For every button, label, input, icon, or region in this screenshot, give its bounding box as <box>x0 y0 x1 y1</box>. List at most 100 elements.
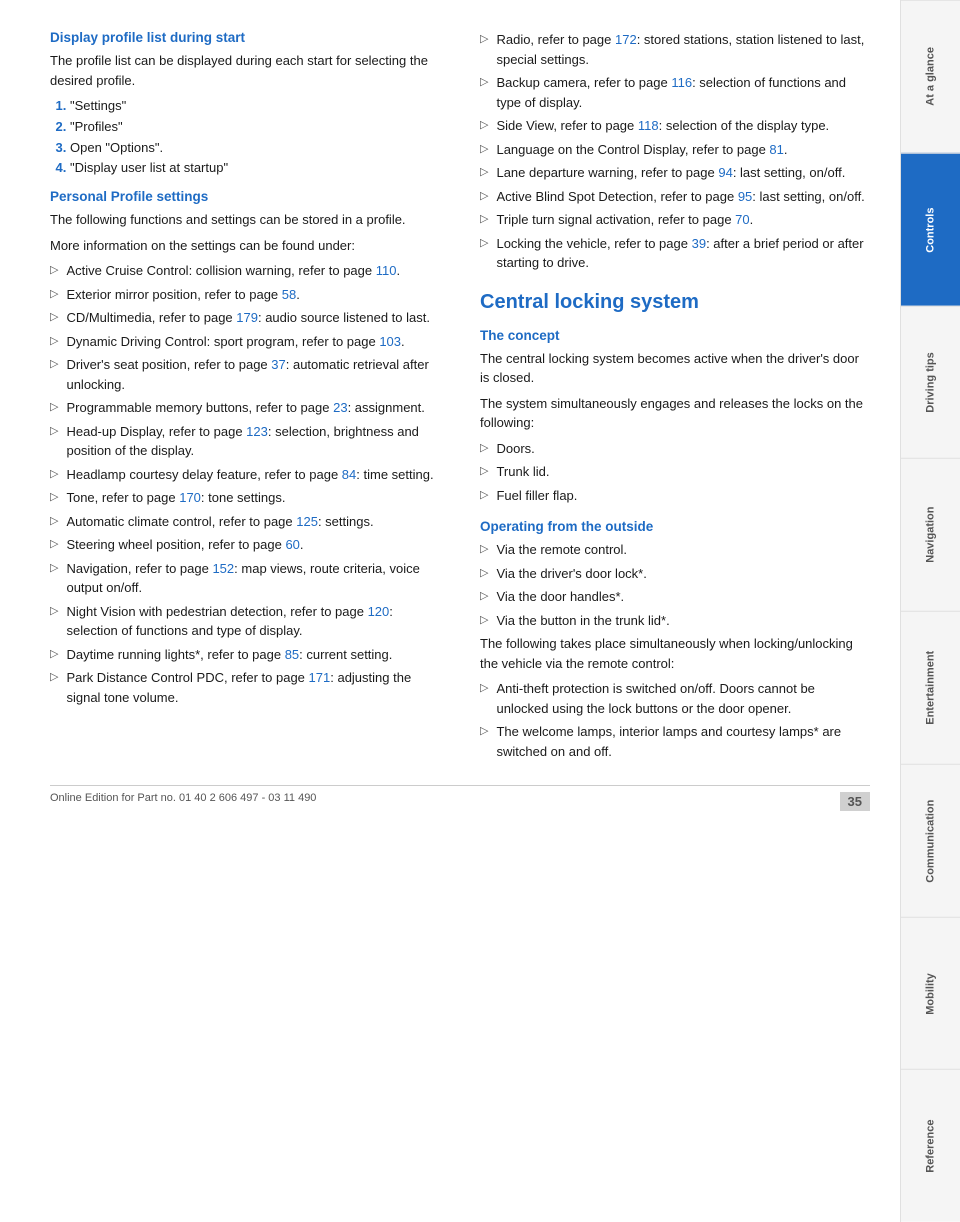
section1-steps-list: "Settings" "Profiles" Open "Options". "D… <box>70 96 440 179</box>
list-item: ▷Programmable memory buttons, refer to p… <box>50 398 440 418</box>
bullet-arrow-icon: ▷ <box>50 423 58 440</box>
step-4: "Display user list at startup" <box>70 158 440 179</box>
bullet-arrow-icon: ▷ <box>480 74 488 91</box>
outside-para: The following takes place simultaneously… <box>480 634 870 673</box>
bullet-arrow-icon: ▷ <box>480 164 488 181</box>
step-2: "Profiles" <box>70 117 440 138</box>
section1-para1: The profile list can be displayed during… <box>50 51 440 90</box>
right-column: ▷Radio, refer to page 172: stored statio… <box>480 30 870 765</box>
bullet-arrow-icon: ▷ <box>50 262 58 279</box>
bullet-arrow-icon: ▷ <box>50 466 58 483</box>
list-item: ▷Navigation, refer to page 152: map view… <box>50 559 440 598</box>
central-locking-title: Central locking system <box>480 291 870 314</box>
section2-para1: The following functions and settings can… <box>50 210 440 230</box>
bullet-arrow-icon: ▷ <box>480 31 488 48</box>
bullet-arrow-icon: ▷ <box>50 286 58 303</box>
bullet-arrow-icon: ▷ <box>50 489 58 506</box>
sidebar-item-controls[interactable]: Controls <box>901 153 960 306</box>
list-item: ▷Daytime running lights*, refer to page … <box>50 645 440 665</box>
outside-bullets: ▷Via the remote control. ▷Via the driver… <box>480 540 870 630</box>
section2-bullets: ▷Active Cruise Control: collision warnin… <box>50 261 440 707</box>
list-item: ▷Radio, refer to page 172: stored statio… <box>480 30 870 69</box>
bullet-arrow-icon: ▷ <box>50 536 58 553</box>
list-item: ▷Via the driver's door lock*. <box>480 564 870 584</box>
sidebar-item-navigation[interactable]: Navigation <box>901 458 960 611</box>
list-item: ▷Night Vision with pedestrian detection,… <box>50 602 440 641</box>
list-item: ▷Backup camera, refer to page 116: selec… <box>480 73 870 112</box>
bullet-arrow-icon: ▷ <box>50 560 58 577</box>
list-item: ▷Steering wheel position, refer to page … <box>50 535 440 555</box>
list-item: ▷The welcome lamps, interior lamps and c… <box>480 722 870 761</box>
list-item: ▷Exterior mirror position, refer to page… <box>50 285 440 305</box>
list-item: ▷Driver's seat position, refer to page 3… <box>50 355 440 394</box>
concept-para1: The central locking system becomes activ… <box>480 349 870 388</box>
sidebar-item-at-a-glance[interactable]: At a glance <box>901 0 960 153</box>
step-3: Open "Options". <box>70 138 440 159</box>
bullet-arrow-icon: ▷ <box>480 487 488 504</box>
concept-para2: The system simultaneously engages and re… <box>480 394 870 433</box>
two-column-layout: Display profile list during start The pr… <box>50 30 870 765</box>
bullet-arrow-icon: ▷ <box>50 333 58 350</box>
list-item: ▷Via the remote control. <box>480 540 870 560</box>
left-column: Display profile list during start The pr… <box>50 30 440 765</box>
bullet-arrow-icon: ▷ <box>480 723 488 740</box>
list-item: ▷Via the button in the trunk lid*. <box>480 611 870 631</box>
list-item: ▷Headlamp courtesy delay feature, refer … <box>50 465 440 485</box>
right-top-bullets: ▷Radio, refer to page 172: stored statio… <box>480 30 870 273</box>
outside-subtitle: Operating from the outside <box>480 519 870 534</box>
bullet-arrow-icon: ▷ <box>480 141 488 158</box>
sidebar-item-communication[interactable]: Communication <box>901 764 960 917</box>
concept-subtitle: The concept <box>480 328 870 343</box>
bullet-arrow-icon: ▷ <box>50 356 58 373</box>
list-item: ▷Via the door handles*. <box>480 587 870 607</box>
bullet-arrow-icon: ▷ <box>480 612 488 629</box>
list-item: ▷Tone, refer to page 170: tone settings. <box>50 488 440 508</box>
remote-bullets: ▷Anti-theft protection is switched on/of… <box>480 679 870 761</box>
list-item: ▷Language on the Control Display, refer … <box>480 140 870 160</box>
sidebar-item-mobility[interactable]: Mobility <box>901 917 960 1070</box>
list-item: ▷Triple turn signal activation, refer to… <box>480 210 870 230</box>
bullet-arrow-icon: ▷ <box>480 541 488 558</box>
page-footer: Online Edition for Part no. 01 40 2 606 … <box>50 785 870 811</box>
list-item: ▷Trunk lid. <box>480 462 870 482</box>
bullet-arrow-icon: ▷ <box>50 603 58 620</box>
list-item: ▷CD/Multimedia, refer to page 179: audio… <box>50 308 440 328</box>
concept-bullets: ▷Doors. ▷Trunk lid. ▷Fuel filler flap. <box>480 439 870 506</box>
list-item: ▷Locking the vehicle, refer to page 39: … <box>480 234 870 273</box>
bullet-arrow-icon: ▷ <box>480 588 488 605</box>
bullet-arrow-icon: ▷ <box>480 680 488 697</box>
bullet-arrow-icon: ▷ <box>480 440 488 457</box>
section2-title: Personal Profile settings <box>50 189 440 204</box>
bullet-arrow-icon: ▷ <box>480 117 488 134</box>
list-item: ▷Doors. <box>480 439 870 459</box>
bullet-arrow-icon: ▷ <box>50 399 58 416</box>
list-item: ▷Automatic climate control, refer to pag… <box>50 512 440 532</box>
list-item: ▷Active Blind Spot Detection, refer to p… <box>480 187 870 207</box>
section2-para2: More information on the settings can be … <box>50 236 440 256</box>
list-item: ▷Anti-theft protection is switched on/of… <box>480 679 870 718</box>
sidebar-item-driving-tips[interactable]: Driving tips <box>901 306 960 459</box>
bullet-arrow-icon: ▷ <box>480 565 488 582</box>
list-item: ▷Head-up Display, refer to page 123: sel… <box>50 422 440 461</box>
page-number: 35 <box>840 792 870 811</box>
bullet-arrow-icon: ▷ <box>480 211 488 228</box>
section1-title: Display profile list during start <box>50 30 440 45</box>
bullet-arrow-icon: ▷ <box>480 188 488 205</box>
sidebar-item-entertainment[interactable]: Entertainment <box>901 611 960 764</box>
sidebar-item-reference[interactable]: Reference <box>901 1069 960 1222</box>
list-item: ▷Dynamic Driving Control: sport program,… <box>50 332 440 352</box>
list-item: ▷Lane departure warning, refer to page 9… <box>480 163 870 183</box>
list-item: ▷Active Cruise Control: collision warnin… <box>50 261 440 281</box>
list-item: ▷Side View, refer to page 118: selection… <box>480 116 870 136</box>
bullet-arrow-icon: ▷ <box>480 463 488 480</box>
bullet-arrow-icon: ▷ <box>50 646 58 663</box>
list-item: ▷Fuel filler flap. <box>480 486 870 506</box>
main-content: Display profile list during start The pr… <box>0 0 900 1222</box>
step-1: "Settings" <box>70 96 440 117</box>
bullet-arrow-icon: ▷ <box>480 235 488 252</box>
footer-text: Online Edition for Part no. 01 40 2 606 … <box>50 792 316 811</box>
sidebar: At a glance Controls Driving tips Naviga… <box>900 0 960 1222</box>
bullet-arrow-icon: ▷ <box>50 669 58 686</box>
bullet-arrow-icon: ▷ <box>50 309 58 326</box>
bullet-arrow-icon: ▷ <box>50 513 58 530</box>
